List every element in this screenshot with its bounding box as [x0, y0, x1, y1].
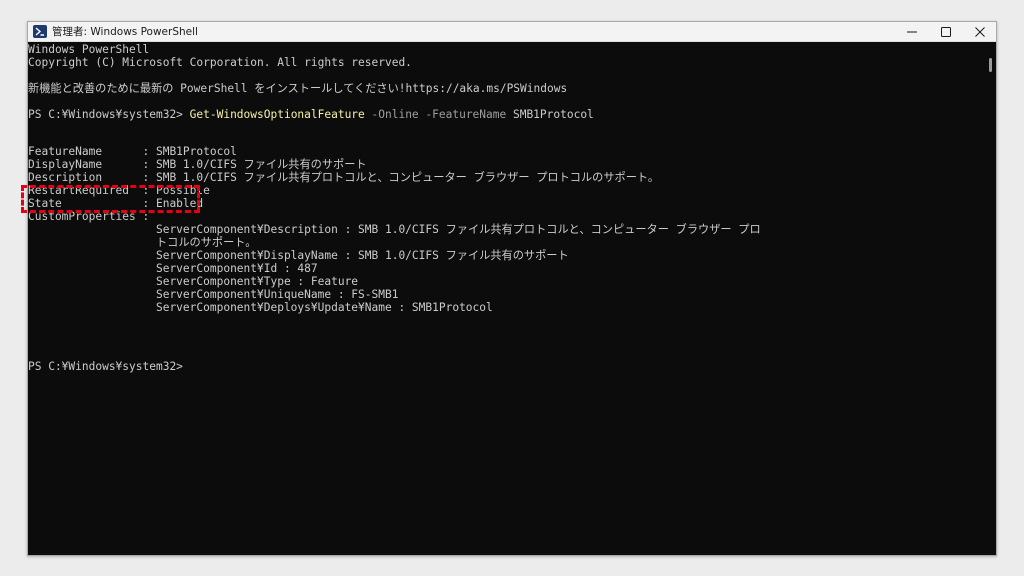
terminal-prompt-line: PS C:¥Windows¥system32> — [28, 360, 183, 373]
close-button[interactable] — [963, 22, 996, 41]
terminal-line: ServerComponent¥Id : 487 — [28, 262, 318, 275]
terminal-line: Description : SMB 1.0/CIFS ファイル共有プロトコルと、… — [28, 171, 660, 184]
close-icon — [975, 26, 985, 37]
terminal-line: ServerComponent¥Type : Feature — [28, 275, 359, 288]
powershell-window: 管理者: Windows PowerShell Windows PowerShe… — [27, 21, 997, 556]
scrollbar-thumb[interactable] — [989, 58, 992, 72]
command-param-featurename: -FeatureName — [418, 108, 507, 121]
terminal-line: ServerComponent¥Description : SMB 1.0/CI… — [28, 223, 761, 236]
terminal-line: 新機能と改善のために最新の PowerShell をインストールしてください!h… — [28, 82, 568, 95]
terminal-line: DisplayName : SMB 1.0/CIFS ファイル共有のサポート — [28, 158, 367, 171]
terminal-line: FeatureName : SMB1Protocol — [28, 145, 237, 158]
terminal-line: ServerComponent¥DisplayName : SMB 1.0/CI… — [28, 249, 569, 262]
maximize-button[interactable] — [929, 22, 963, 41]
window-title: 管理者: Windows PowerShell — [52, 26, 198, 38]
command-line: PS C:¥Windows¥system32> Get-WindowsOptio… — [28, 108, 594, 121]
powershell-icon — [33, 25, 47, 38]
command-param-online: -Online — [364, 108, 419, 121]
vertical-scrollbar[interactable] — [984, 42, 996, 555]
minimize-button[interactable] — [895, 22, 929, 41]
terminal-line: Copyright (C) Microsoft Corporation. All… — [28, 56, 412, 69]
minimize-icon — [907, 31, 917, 32]
terminal-line: ServerComponent¥UniqueName : FS-SMB1 — [28, 288, 399, 301]
command-cmdlet: Get-WindowsOptionalFeature — [189, 108, 365, 121]
title-bar[interactable]: 管理者: Windows PowerShell — [28, 22, 996, 42]
state-highlight-box — [21, 185, 200, 213]
terminal-line: トコルのサポート。 — [28, 236, 257, 249]
terminal-line: ServerComponent¥Deploys¥Update¥Name : SM… — [28, 301, 493, 314]
command-prompt: PS C:¥Windows¥system32> — [28, 108, 190, 121]
terminal-line: Windows PowerShell — [28, 43, 150, 56]
maximize-icon — [941, 26, 951, 37]
terminal-output[interactable]: Windows PowerShell Copyright (C) Microso… — [28, 42, 984, 555]
command-value: SMB1Protocol — [506, 108, 594, 121]
